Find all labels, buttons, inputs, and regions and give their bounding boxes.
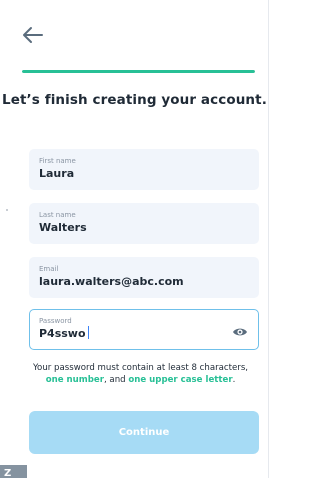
password-value: P4sswo [39, 326, 86, 340]
password-value-row: P4sswo [39, 325, 249, 342]
last-name-field[interactable]: Last name Walters [29, 203, 259, 244]
screen-edge [268, 0, 269, 478]
arrow-left-icon [23, 27, 43, 43]
password-field[interactable]: Password P4sswo [29, 309, 259, 350]
email-label: Email [39, 265, 59, 273]
first-name-value: Laura [39, 167, 75, 180]
first-name-label: First name [39, 157, 76, 165]
corner-tab: Z [0, 465, 27, 478]
password-label: Password [39, 316, 72, 325]
last-name-value: Walters [39, 221, 87, 234]
email-field[interactable]: Email laura.walters@abc.com [29, 257, 259, 298]
hint-text: Your password must contain at least 8 ch… [32, 363, 249, 373]
rule-upper-case: one upper case letter [128, 375, 233, 385]
rule-number: one number [45, 375, 104, 385]
continue-button[interactable]: Continue [29, 411, 259, 454]
password-requirements-hint: Your password must contain at least 8 ch… [22, 362, 259, 386]
edge-marker [6, 209, 8, 211]
last-name-label: Last name [39, 211, 76, 219]
hint-end: . [232, 375, 236, 385]
first-name-field[interactable]: First name Laura [29, 149, 259, 190]
progress-bar [22, 70, 255, 73]
progress-fill [22, 70, 255, 73]
text-caret [87, 325, 90, 339]
hint-connector: , and [103, 375, 129, 385]
back-button[interactable] [22, 26, 44, 44]
email-value: laura.walters@abc.com [39, 275, 184, 288]
page-title: Let’s finish creating your account. [2, 92, 267, 108]
signup-screen: Let’s finish creating your account. Firs… [0, 0, 269, 478]
show-password-toggle[interactable] [232, 323, 248, 336]
eye-icon [233, 328, 247, 336]
